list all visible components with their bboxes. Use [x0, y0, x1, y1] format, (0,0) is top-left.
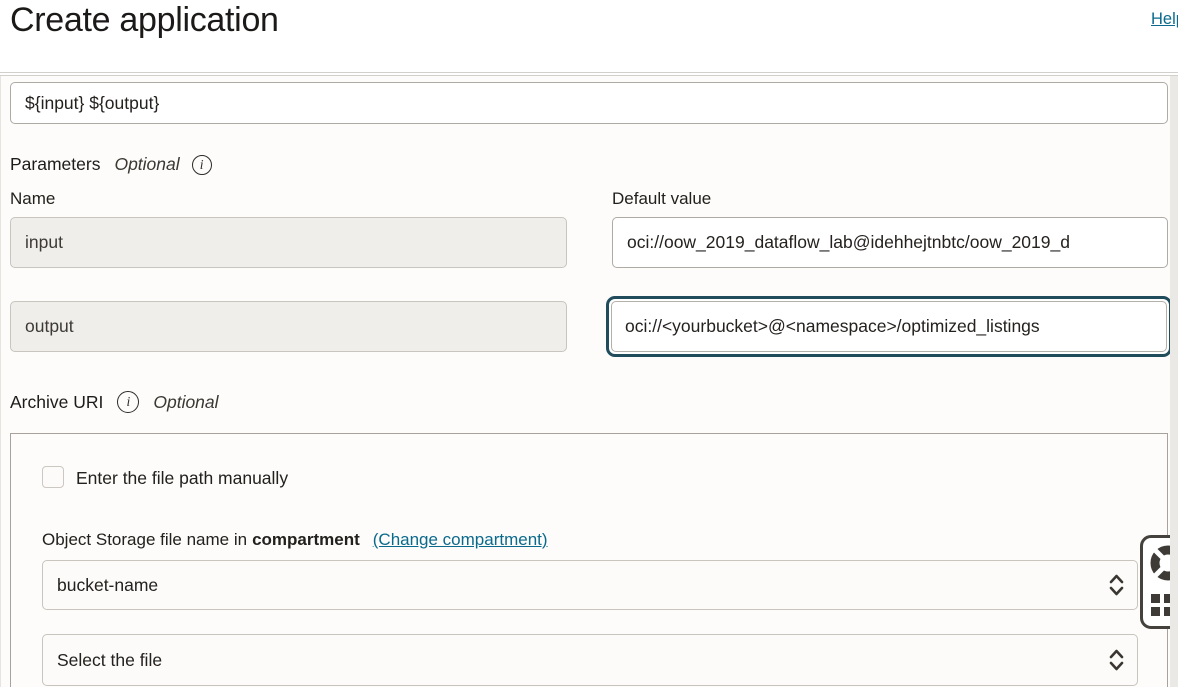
archive-uri-optional-label: Optional	[153, 392, 218, 413]
enter-file-path-checkbox[interactable]	[42, 466, 64, 488]
bucket-select[interactable]: bucket-name	[42, 560, 1138, 610]
arguments-value: ${input} ${output}	[25, 93, 159, 114]
parameters-optional-label: Optional	[114, 154, 179, 175]
page-right-gutter[interactable]	[1170, 76, 1178, 687]
file-select-value: Select the file	[57, 650, 162, 671]
bucket-select-value: bucket-name	[57, 575, 158, 596]
parameters-label: Parameters	[10, 154, 100, 175]
create-application-page: Create application Help ${input} ${outpu…	[0, 0, 1178, 687]
parameter-name-input[interactable]: input	[10, 217, 567, 268]
name-column-header: Name	[10, 189, 55, 209]
change-compartment-link[interactable]: (Change compartment)	[373, 530, 548, 550]
parameter-default-inner: oci://<yourbucket>@<namespace>/optimized…	[611, 301, 1167, 352]
select-chevrons-icon	[1109, 573, 1124, 597]
header-divider	[0, 72, 1178, 73]
enter-file-path-label: Enter the file path manually	[76, 468, 288, 489]
file-select[interactable]: Select the file	[42, 634, 1138, 686]
parameter-default-input[interactable]: oci://oow_2019_dataflow_lab@idehhejtnbtc…	[612, 217, 1168, 268]
object-storage-file-line: Object Storage file name in compartment …	[42, 530, 548, 550]
parameter-name-value: output	[25, 316, 74, 337]
content-top-border	[0, 75, 1178, 76]
parameters-section-header: Parameters Optional	[10, 154, 212, 175]
object-storage-label: Object Storage file name in	[42, 530, 247, 550]
content-left-edge	[0, 76, 1, 687]
parameter-default-input-focused[interactable]: oci://<yourbucket>@<namespace>/optimized…	[606, 296, 1172, 357]
help-link[interactable]: Help	[1151, 10, 1178, 29]
parameter-name-input[interactable]: output	[10, 301, 567, 352]
archive-uri-label: Archive URI	[10, 392, 103, 413]
select-chevrons-icon	[1109, 648, 1124, 672]
parameter-name-value: input	[25, 232, 63, 253]
archive-uri-section-header: Archive URI Optional	[10, 391, 219, 413]
page-title: Create application	[10, 1, 279, 40]
compartment-name: compartment	[252, 530, 360, 550]
info-icon[interactable]	[117, 391, 139, 413]
parameter-default-value: oci://<yourbucket>@<namespace>/optimized…	[625, 316, 1040, 337]
info-icon[interactable]	[192, 155, 212, 175]
parameter-default-value: oci://oow_2019_dataflow_lab@idehhejtnbtc…	[627, 232, 1070, 253]
arguments-input[interactable]: ${input} ${output}	[10, 82, 1168, 124]
default-value-column-header: Default value	[612, 189, 711, 209]
